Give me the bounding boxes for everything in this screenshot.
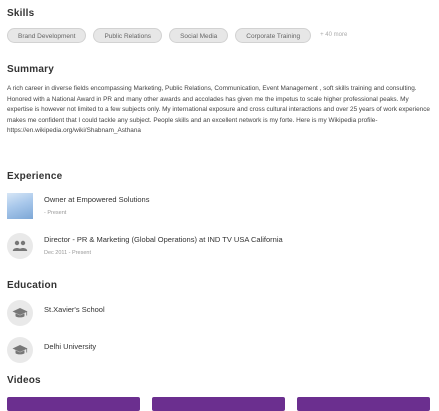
skill-pill[interactable]: Corporate Training: [235, 27, 312, 43]
skill-pill[interactable]: Brand Development: [7, 27, 87, 43]
videos-list: [7, 397, 430, 411]
people-icon: [7, 233, 33, 259]
graduation-cap-icon: [7, 337, 33, 363]
company-logo: [7, 193, 33, 219]
skills-heading: Skills: [7, 8, 35, 19]
school-name[interactable]: Delhi University: [44, 342, 96, 351]
experience-date: Dec 2011 - Present: [44, 250, 91, 256]
skills-list: Brand Development Public Relations Socia…: [7, 27, 347, 43]
experience-date: - Present: [44, 210, 67, 216]
experience-item[interactable]: Director - PR & Marketing (Global Operat…: [7, 233, 427, 261]
experience-item[interactable]: Owner at Empowered Solutions - Present: [7, 193, 427, 221]
skill-pill[interactable]: Public Relations: [93, 27, 163, 43]
video-thumbnail[interactable]: [7, 397, 140, 411]
school-name[interactable]: St.Xavier's School: [44, 305, 105, 314]
video-thumbnail[interactable]: [152, 397, 285, 411]
graduation-cap-icon: [7, 300, 33, 326]
summary-heading: Summary: [7, 64, 54, 75]
experience-heading: Experience: [7, 171, 63, 182]
education-heading: Education: [7, 280, 58, 291]
education-item[interactable]: Delhi University: [7, 337, 427, 365]
more-skills-link[interactable]: + 40 more: [320, 32, 347, 38]
videos-heading: Videos: [7, 375, 41, 386]
education-item[interactable]: St.Xavier's School: [7, 300, 427, 328]
experience-title[interactable]: Owner at Empowered Solutions: [44, 195, 149, 204]
skill-pill[interactable]: Social Media: [169, 27, 229, 43]
video-thumbnail[interactable]: [297, 397, 430, 411]
summary-text: A rich career in diverse fields encompas…: [7, 85, 430, 134]
experience-title[interactable]: Director - PR & Marketing (Global Operat…: [44, 235, 283, 244]
